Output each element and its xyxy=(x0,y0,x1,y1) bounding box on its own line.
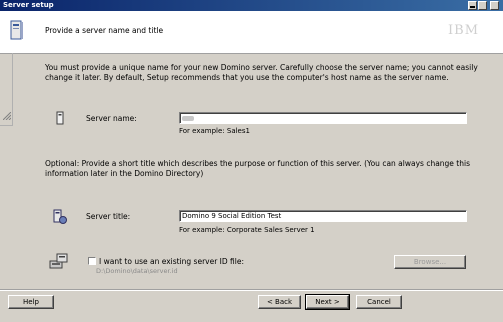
footer-divider xyxy=(0,289,503,291)
server-title-input[interactable]: Domino 9 Social Edition Test xyxy=(179,210,467,222)
server-title-value: Domino 9 Social Edition Test xyxy=(182,212,282,220)
title-bar[interactable]: Server setup xyxy=(0,0,503,11)
browse-button[interactable]: Browse... xyxy=(394,255,466,269)
server-id-icon xyxy=(49,253,68,269)
window-title: Server setup xyxy=(3,1,54,9)
wizard-header: Provide a server name and title IBM xyxy=(0,11,503,54)
server-title-example: For example: Corporate Sales Server 1 xyxy=(179,226,315,234)
help-button[interactable]: Help xyxy=(8,295,54,309)
ibm-logo: IBM xyxy=(448,23,479,38)
header-instruction: Provide a server name and title xyxy=(45,26,164,35)
server-name-input[interactable] xyxy=(179,112,467,124)
browse-label: Browse... xyxy=(413,258,447,266)
cancel-button[interactable]: Cancel xyxy=(356,295,402,309)
server-title-icon xyxy=(53,209,67,224)
server-name-icon xyxy=(56,111,64,125)
server-name-label: Server name: xyxy=(86,114,137,123)
server-setup-window: Server setup Provide a server name and t… xyxy=(0,0,503,322)
back-button[interactable]: < Back xyxy=(258,295,301,309)
back-label: < Back xyxy=(266,298,293,306)
next-button[interactable]: Next > xyxy=(305,294,350,310)
cancel-label: Cancel xyxy=(367,298,391,306)
server-name-value xyxy=(182,116,194,121)
resize-grip-icon[interactable] xyxy=(3,112,11,120)
intro-text: You must provide a unique name for your … xyxy=(45,63,478,82)
existing-id-checkbox[interactable] xyxy=(88,257,96,265)
existing-id-label[interactable]: I want to use an existing server ID file… xyxy=(99,257,244,266)
optional-text: Optional: Provide a short title which de… xyxy=(45,159,470,178)
server-name-example: For example: Sales1 xyxy=(179,127,250,135)
server-icon xyxy=(10,20,23,40)
server-title-label: Server title: xyxy=(86,212,131,221)
close-button[interactable] xyxy=(490,1,499,10)
next-label: Next > xyxy=(315,298,340,306)
server-id-path: D:\Domino\data\server.id xyxy=(96,267,178,275)
minimize-button[interactable] xyxy=(468,1,477,10)
help-label: Help xyxy=(23,298,39,306)
maximize-button[interactable] xyxy=(478,1,487,10)
minimize-icon xyxy=(470,6,475,8)
